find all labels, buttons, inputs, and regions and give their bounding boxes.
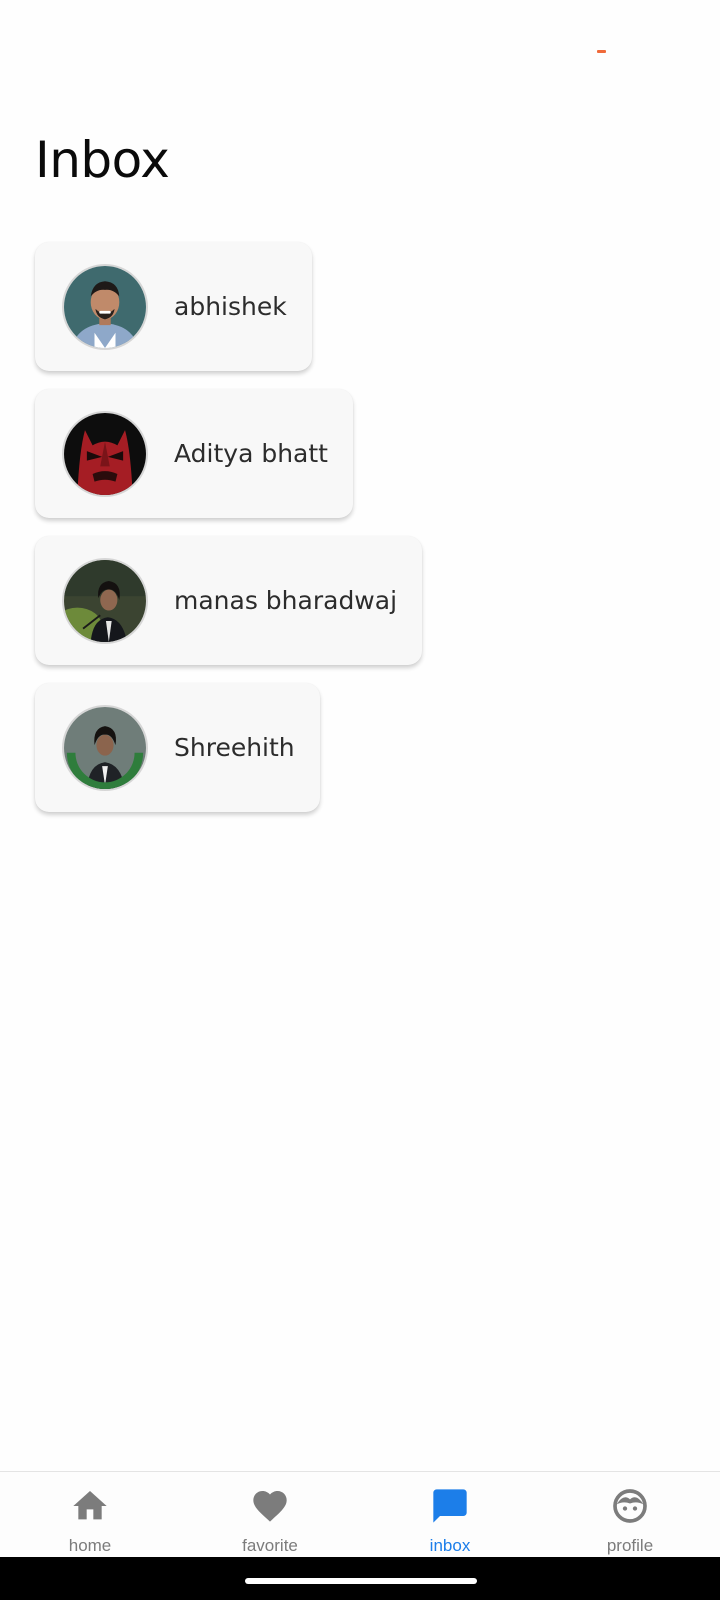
nav-item-home[interactable]: home — [0, 1472, 180, 1557]
nav-label: favorite — [242, 1536, 298, 1555]
nav-label: profile — [606, 1536, 654, 1555]
avatar-photo-icon — [64, 559, 146, 642]
status-indicator — [597, 50, 606, 53]
face-icon — [613, 1489, 647, 1523]
avatar-photo-icon — [64, 706, 146, 789]
avatar — [62, 704, 148, 791]
bottom-navigation: home favorite inbox profile — [0, 1471, 720, 1557]
page-title: Inbox — [35, 131, 170, 189]
avatar — [62, 557, 148, 644]
avatar-photo-icon — [64, 412, 146, 495]
nav-label: home — [68, 1536, 112, 1555]
conversation-name: abhishek — [174, 292, 287, 321]
conversation-item-aditya-bhatt[interactable]: Aditya bhatt — [35, 389, 353, 518]
conversation-name: Shreehith — [174, 733, 295, 762]
nav-item-inbox[interactable]: inbox — [360, 1472, 540, 1557]
conversation-list: abhishek Aditya bhatt manas bharadwaj Sh… — [35, 242, 423, 830]
conversation-item-manas-bharadwaj[interactable]: manas bharadwaj — [35, 536, 423, 665]
avatar — [62, 410, 148, 497]
conversation-name: Aditya bhatt — [174, 439, 328, 468]
avatar-photo-icon — [64, 265, 146, 348]
nav-item-favorite[interactable]: favorite — [180, 1472, 360, 1557]
chat-icon — [433, 1489, 467, 1523]
app-screen: Inbox abhishek Aditya bhatt manas bharad… — [0, 0, 720, 1600]
home-gesture-handle[interactable] — [245, 1578, 477, 1584]
nav-item-profile[interactable]: profile — [540, 1472, 720, 1557]
conversation-item-abhishek[interactable]: abhishek — [35, 242, 312, 371]
avatar — [62, 263, 148, 350]
conversation-item-shreehith[interactable]: Shreehith — [35, 683, 320, 812]
conversation-name: manas bharadwaj — [174, 586, 398, 615]
home-icon — [73, 1491, 107, 1520]
nav-label: inbox — [429, 1536, 471, 1555]
system-navigation-bar — [0, 1557, 720, 1600]
heart-icon — [253, 1491, 287, 1522]
